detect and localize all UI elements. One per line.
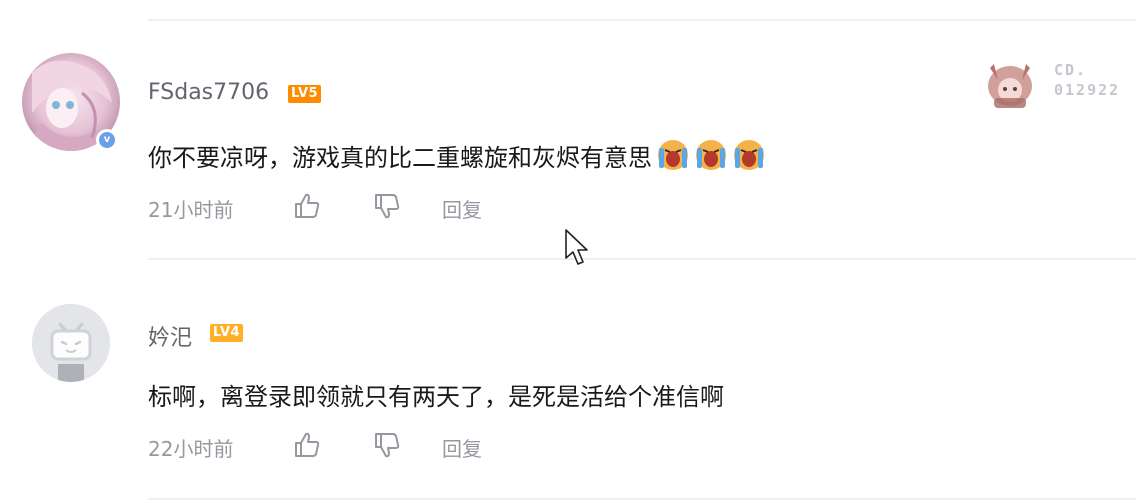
comment-text: 你不要凉呀，游戏真的比二重螺旋和灰烬有意思 bbox=[148, 138, 766, 173]
dislike-icon[interactable] bbox=[372, 191, 402, 221]
comment-time: 21小时前 bbox=[148, 198, 234, 222]
fan-card-character-icon bbox=[988, 64, 1032, 108]
username[interactable]: 妗汜 bbox=[148, 320, 192, 352]
level-badge: LV4 bbox=[210, 324, 244, 342]
fan-card-number: CD. 012922 bbox=[1054, 61, 1121, 99]
divider-middle bbox=[148, 258, 1136, 260]
crying-emote-icon bbox=[694, 138, 728, 172]
comment-time: 22小时前 bbox=[148, 437, 234, 461]
verified-badge-icon: v bbox=[96, 129, 118, 151]
comment-text: 标啊，离登录即领就只有两天了，是死是活给个准信啊 bbox=[148, 383, 724, 411]
like-icon[interactable] bbox=[292, 191, 322, 221]
reply-button[interactable]: 回复 bbox=[442, 194, 482, 223]
level-badge: LV5 bbox=[288, 85, 322, 103]
divider-bottom bbox=[148, 498, 1136, 500]
like-icon[interactable] bbox=[292, 430, 322, 460]
username[interactable]: FSdas7706 bbox=[148, 80, 269, 105]
mouse-cursor-icon bbox=[565, 229, 588, 265]
divider-top bbox=[148, 19, 1136, 21]
crying-emote-icon bbox=[656, 138, 690, 172]
dislike-icon[interactable] bbox=[372, 430, 402, 460]
reply-button[interactable]: 回复 bbox=[442, 433, 482, 462]
fan-card[interactable]: CD. 012922 bbox=[980, 54, 1136, 110]
avatar[interactable] bbox=[32, 304, 110, 382]
crying-emote-icon bbox=[732, 138, 766, 172]
